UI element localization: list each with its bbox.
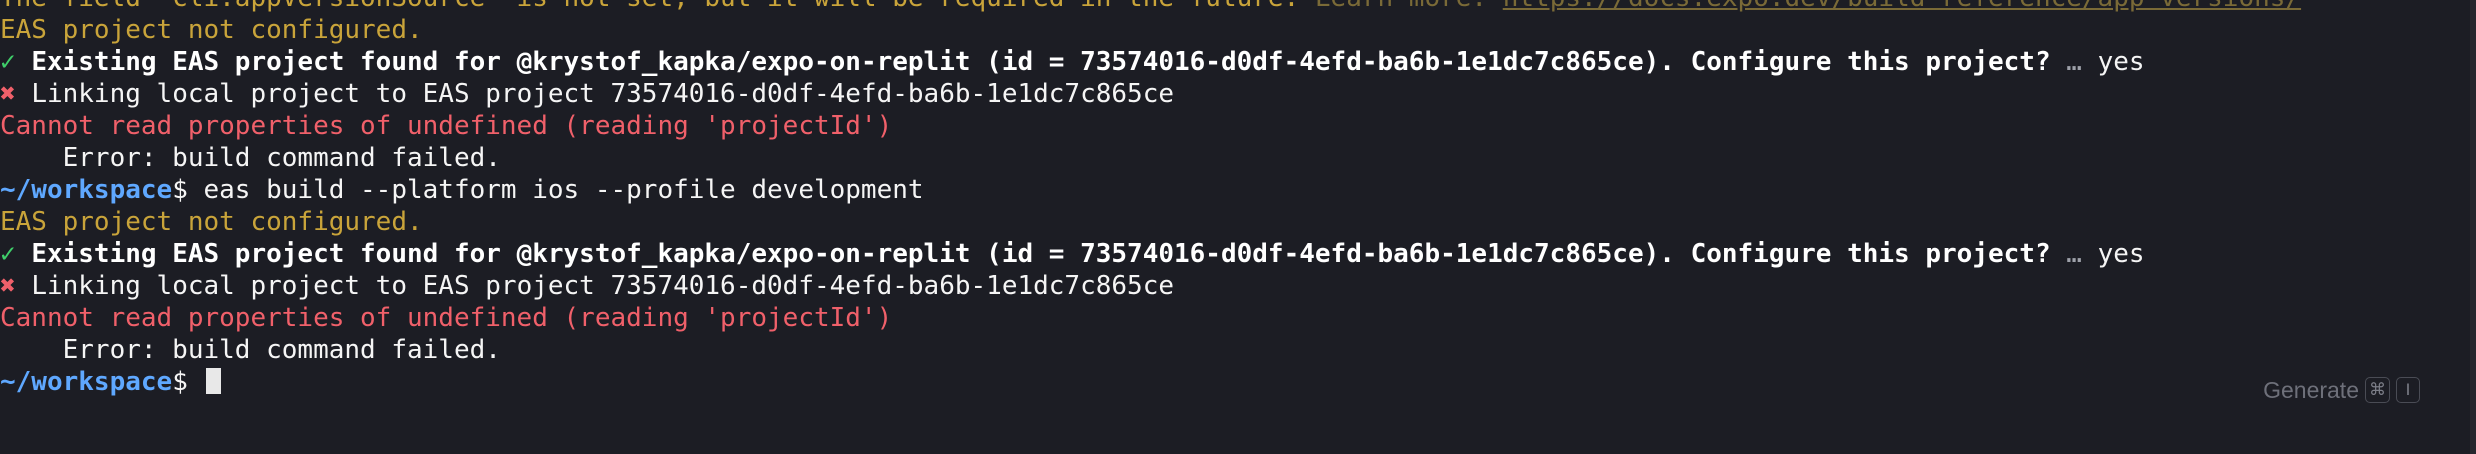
error-detail-line: Error: build command failed. — [0, 143, 501, 173]
success-text: Existing EAS project found for @krystof_… — [31, 239, 2051, 269]
terminal-window[interactable]: The field "cli.appVersionSource" is not … — [0, 0, 2476, 454]
active-prompt-line[interactable]: ~/workspace$ — [0, 366, 2476, 398]
warning-line: EAS project not configured. — [0, 15, 423, 45]
cross-icon: ✖ — [0, 79, 16, 109]
command-text: eas build --platform ios --profile devel… — [187, 175, 924, 205]
warning-text: The field "cli.appVersionSource" is not … — [0, 0, 1315, 13]
checkmark-icon: ✓ — [0, 239, 16, 269]
fail-text: Linking local project to EAS project 735… — [31, 271, 1175, 301]
error-line: Cannot read properties of undefined (rea… — [0, 111, 893, 141]
i-key-icon: I — [2396, 377, 2420, 403]
fail-line: ✖ Linking local project to EAS project 7… — [0, 270, 2476, 302]
command-input[interactable] — [188, 367, 204, 397]
generate-button[interactable]: Generate ⌘ I — [2263, 374, 2420, 406]
prompt-path: ~/workspace — [0, 367, 173, 397]
text-cursor — [205, 368, 221, 394]
fail-line: ✖ Linking local project to EAS project 7… — [0, 78, 2476, 110]
command-key-icon: ⌘ — [2365, 377, 2390, 403]
docs-link[interactable]: https://docs.expo.dev/build-reference/ap… — [1503, 0, 2301, 13]
prompt-symbol: $ — [172, 175, 188, 205]
fail-text: Linking local project to EAS project 735… — [31, 79, 1175, 109]
success-line: ✓ Existing EAS project found for @krysto… — [0, 46, 2476, 78]
scrollbar-track[interactable] — [2470, 0, 2476, 454]
warning-line: The field "cli.appVersionSource" is not … — [0, 0, 2476, 14]
prompt-path: ~/workspace — [0, 175, 173, 205]
success-text: Existing EAS project found for @krystof_… — [31, 47, 2051, 77]
prompt-symbol: $ — [172, 367, 188, 397]
generate-label: Generate — [2263, 377, 2359, 403]
checkmark-icon: ✓ — [0, 47, 16, 77]
answer-text: yes — [2097, 47, 2145, 77]
success-line: ✓ Existing EAS project found for @krysto… — [0, 238, 2476, 270]
prompt-line: ~/workspace$ eas build --platform ios --… — [0, 174, 2476, 206]
error-detail-line: Error: build command failed. — [0, 335, 501, 365]
ellipsis: … — [2050, 239, 2098, 269]
warning-line: EAS project not configured. — [0, 207, 423, 237]
ellipsis: … — [2050, 47, 2098, 77]
error-line: Cannot read properties of undefined (rea… — [0, 303, 893, 333]
answer-text: yes — [2097, 239, 2145, 269]
learn-more-label: Learn more: — [1315, 0, 1503, 13]
cross-icon: ✖ — [0, 271, 16, 301]
terminal-output: The field "cli.appVersionSource" is not … — [0, 0, 2476, 398]
